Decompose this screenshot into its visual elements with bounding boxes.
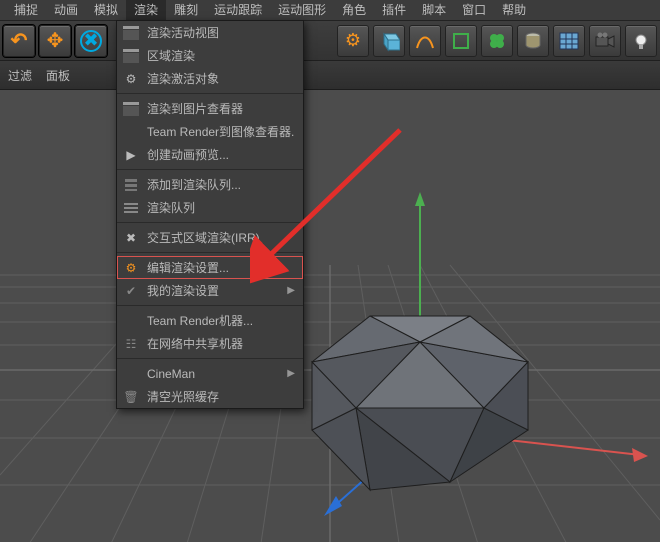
none-icon — [121, 311, 141, 331]
submenu-arrow-icon: ▶ — [287, 368, 295, 379]
menu-item-label: CineMan — [147, 367, 287, 381]
menu-separator — [117, 169, 303, 170]
generator-button[interactable] — [445, 25, 477, 57]
menu-item-6[interactable]: ▶ 创建动画预览... — [117, 143, 303, 166]
menu-sculpt[interactable]: 雕刻 — [166, 0, 206, 20]
menu-item-label: 渲染队列 — [147, 199, 295, 216]
tab-panel[interactable]: 面板 — [46, 67, 70, 84]
toolbar: ↶ ✥ ✖ ⚙ — [0, 21, 660, 61]
submenu-arrow-icon: ▶ — [287, 285, 295, 296]
cross-icon: ✖ — [121, 228, 141, 248]
none-icon — [121, 122, 141, 142]
menu-item-label: 编辑渲染设置... — [147, 259, 295, 276]
menu-item-8[interactable]: 添加到渲染队列... — [117, 173, 303, 196]
undo-button[interactable]: ↶ — [3, 25, 35, 57]
menu-plugins[interactable]: 插件 — [374, 0, 414, 20]
render-menu: 渲染活动视图区域渲染 ⚙ 渲染激活对象渲染到图片查看器 Team Render到图像查… — [116, 20, 304, 409]
icosahedron-mesh — [312, 316, 528, 490]
tube-icon — [522, 30, 544, 52]
menu-item-label: 创建动画预览... — [147, 146, 295, 163]
clapper-icon — [121, 23, 141, 43]
menu-window[interactable]: 窗口 — [454, 0, 494, 20]
cancel-button[interactable]: ✖ — [75, 25, 107, 57]
viewport-3d[interactable] — [0, 90, 660, 542]
menu-simulate[interactable]: 模拟 — [86, 0, 126, 20]
menu-separator — [117, 222, 303, 223]
menu-script[interactable]: 脚本 — [414, 0, 454, 20]
menu-item-label: 清空光照缓存 — [147, 388, 295, 405]
menu-item-16[interactable]: Team Render机器... — [117, 309, 303, 332]
menu-item-17[interactable]: ☷ 在网络中共享机器 — [117, 332, 303, 355]
menu-item-14[interactable]: ✔ 我的渲染设置▶ — [117, 279, 303, 302]
move-icon: ✥ — [47, 28, 64, 53]
menu-item-20[interactable]: 🗑 清空光照缓存 — [117, 385, 303, 408]
menu-item-label: 交互式区域渲染(IRR) — [147, 229, 295, 246]
move-button[interactable]: ✥ — [39, 25, 71, 57]
net-icon: ☷ — [121, 334, 141, 354]
deformer-button[interactable] — [517, 25, 549, 57]
menu-item-label: Team Render机器... — [147, 312, 295, 329]
camera-icon — [594, 30, 616, 52]
menu-item-label: 添加到渲染队列... — [147, 176, 295, 193]
cube-icon — [378, 30, 400, 52]
play-icon: ▶ — [121, 145, 141, 165]
spline-icon — [414, 30, 436, 52]
generator-icon — [450, 30, 472, 52]
menu-item-4[interactable]: 渲染到图片查看器 — [117, 97, 303, 120]
menu-item-label: 区域渲染 — [147, 47, 295, 64]
menu-help[interactable]: 帮助 — [494, 0, 534, 20]
menu-separator — [117, 305, 303, 306]
menu-item-label: 渲染到图片查看器 — [147, 100, 295, 117]
viewport-scene — [0, 90, 660, 542]
menubar: 捕捉 动画 模拟 渲染 雕刻 运动跟踪 运动图形 角色 插件 脚本 窗口 帮助 — [0, 0, 660, 21]
spline-primitive-button[interactable] — [409, 25, 441, 57]
menu-item-label: Team Render到图像查看器... — [147, 123, 295, 140]
menu-item-label: 渲染激活对象 — [147, 70, 295, 87]
clapper-icon — [121, 99, 141, 119]
menu-item-label: 在网络中共享机器 — [147, 335, 295, 352]
menu-item-19[interactable]: CineMan▶ — [117, 362, 303, 385]
menu-item-label: 渲染活动视图 — [147, 24, 295, 41]
menu-item-1[interactable]: 区域渲染 — [117, 44, 303, 67]
menu-item-2[interactable]: ⚙ 渲染激活对象 — [117, 67, 303, 90]
menu-item-label: 我的渲染设置 — [147, 282, 287, 299]
undo-icon: ↶ — [11, 28, 28, 53]
grid-icon — [558, 30, 580, 52]
menu-separator — [117, 93, 303, 94]
menu-item-5[interactable]: Team Render到图像查看器... — [117, 120, 303, 143]
light-button[interactable] — [625, 25, 657, 57]
gear-icon: ⚙ — [121, 69, 141, 89]
menu-capture[interactable]: 捕捉 — [6, 0, 46, 20]
render-settings-button[interactable]: ⚙ — [337, 25, 369, 57]
menu-item-11[interactable]: ✖ 交互式区域渲染(IRR) — [117, 226, 303, 249]
clover-button[interactable] — [481, 25, 513, 57]
check-icon: ✔ — [121, 281, 141, 301]
menu-item-13[interactable]: ⚙ 编辑渲染设置... — [117, 256, 303, 279]
trash-icon: 🗑 — [121, 387, 141, 407]
menu-character[interactable]: 角色 — [334, 0, 374, 20]
environment-button[interactable] — [553, 25, 585, 57]
cube-primitive-button[interactable] — [373, 25, 405, 57]
none-icon — [121, 364, 141, 384]
sub-tabstrip: 过滤 面板 — [0, 61, 660, 90]
menu-mtrack[interactable]: 运动跟踪 — [206, 0, 270, 20]
gear-orange-icon: ⚙ — [121, 258, 141, 278]
light-icon — [630, 30, 652, 52]
menu-item-0[interactable]: 渲染活动视图 — [117, 21, 303, 44]
menu-separator — [117, 358, 303, 359]
gear-icon: ⚙ — [345, 30, 361, 51]
clover-icon — [486, 30, 508, 52]
menu-item-9[interactable]: 渲染队列 — [117, 196, 303, 219]
list-icon — [121, 198, 141, 218]
menu-animation[interactable]: 动画 — [46, 0, 86, 20]
menu-mograph[interactable]: 运动图形 — [270, 0, 334, 20]
tab-filter[interactable]: 过滤 — [8, 67, 32, 84]
camera-button[interactable] — [589, 25, 621, 57]
menu-separator — [117, 252, 303, 253]
clapper-icon — [121, 46, 141, 66]
queue-icon — [121, 175, 141, 195]
cancel-icon: ✖ — [80, 30, 102, 52]
menu-render[interactable]: 渲染 — [126, 0, 166, 20]
